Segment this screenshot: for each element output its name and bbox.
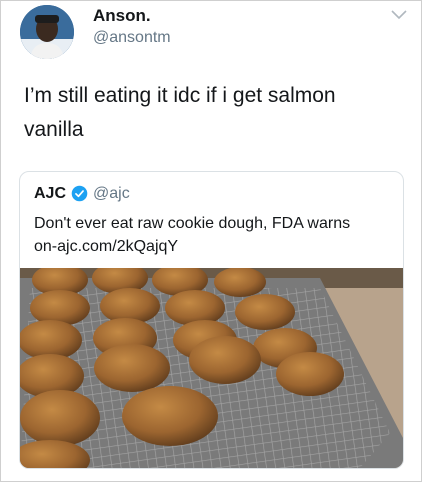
quoted-text: Don't ever eat raw cookie dough, FDA war…	[34, 212, 394, 258]
quoted-author-handle[interactable]: @ajc	[93, 185, 130, 203]
cookies-photo	[20, 268, 403, 468]
verified-badge-icon	[71, 185, 88, 202]
tweet-card: Anson. @ansontm I’m still eating it idc …	[0, 0, 422, 482]
quoted-link[interactable]: on-ajc.com/2kQajqY	[34, 235, 394, 258]
author-name[interactable]: Anson.	[93, 6, 151, 26]
chevron-down-icon[interactable]	[389, 7, 409, 23]
quoted-author-name[interactable]: AJC	[34, 185, 66, 203]
author-handle[interactable]: @ansontm	[93, 29, 171, 47]
quoted-headline: Don't ever eat raw cookie dough, FDA war…	[34, 215, 351, 232]
avatar[interactable]	[20, 5, 74, 59]
tweet-text: I’m still eating it idc if i get salmon …	[24, 84, 336, 141]
quoted-tweet[interactable]: AJC @ajc Don't ever eat raw cookie dough…	[19, 171, 404, 469]
